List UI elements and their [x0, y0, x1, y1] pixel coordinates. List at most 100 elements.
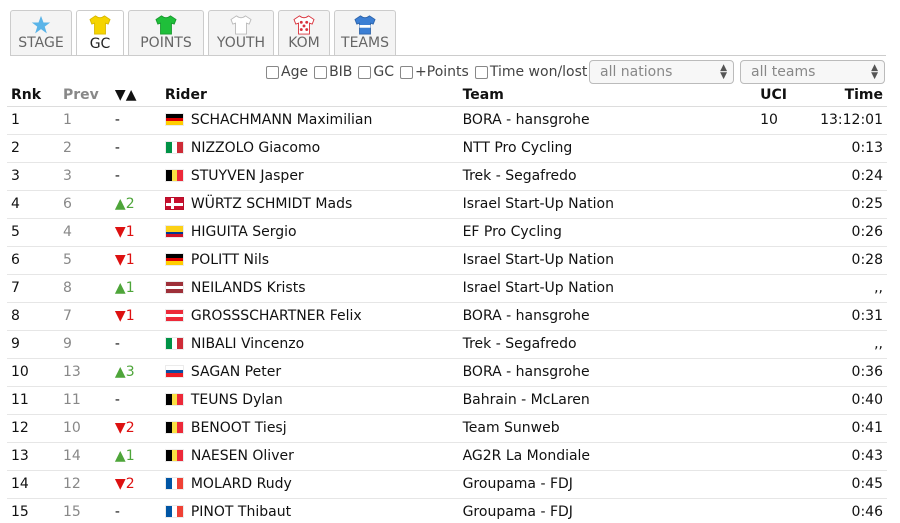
tab-youth[interactable]: YOUTH — [208, 10, 274, 55]
header-prev[interactable]: Prev — [58, 84, 111, 107]
rider-link[interactable]: BENOOT Tiesj — [191, 420, 287, 436]
tab-teams[interactable]: TEAMS — [334, 10, 396, 55]
checkbox[interactable] — [314, 65, 328, 79]
team-link[interactable]: NTT Pro Cycling — [463, 140, 573, 156]
rider-link[interactable]: WÜRTZ SCHMIDT Mads — [191, 196, 352, 212]
team-link[interactable]: BORA - hansgrohe — [463, 308, 590, 324]
rider-cell: SAGAN Peter — [160, 358, 459, 387]
rider-cell: WÜRTZ SCHMIDT Mads — [160, 190, 459, 219]
team-link[interactable]: BORA - hansgrohe — [463, 112, 590, 128]
table-row: 13 14 ▲1 NAESEN Oliver AG2R La Mondiale 0:43 — [7, 442, 887, 471]
tab-gc[interactable]: GC — [76, 10, 124, 56]
time-cell: ,, — [816, 274, 887, 303]
header-time[interactable]: Time — [816, 84, 887, 107]
team-link[interactable]: EF Pro Cycling — [463, 224, 562, 240]
chevron-updown-icon: ▲ ▼ — [720, 63, 727, 81]
rider-cell: GROSSSCHARTNER Felix — [160, 302, 459, 331]
previous-rank-cell: 8 — [58, 274, 111, 303]
column-toggles: Age BIB GC +Points Time won/lost — [266, 61, 593, 83]
checkbox[interactable] — [358, 65, 372, 79]
rider-link[interactable]: NIBALI Vincenzo — [191, 336, 304, 352]
white-jersey-icon — [230, 15, 252, 35]
gc-results-table: Rnk Prev ▼▲ Rider Team UCI Time 1 1- SCHAC… — [7, 84, 887, 523]
teams-select[interactable]: all teams ▲ ▼ — [740, 60, 885, 84]
chevron-updown-icon: ▲ ▼ — [871, 63, 878, 81]
uci-points-cell — [756, 162, 817, 191]
previous-rank-cell: 1 — [58, 106, 111, 135]
rider-link[interactable]: SAGAN Peter — [191, 364, 281, 380]
rank-cell: 3 — [7, 162, 59, 191]
rider-cell: NIZZOLO Giacomo — [160, 134, 459, 163]
team-link[interactable]: Groupama - FDJ — [463, 476, 573, 492]
header-rnk[interactable]: Rnk — [7, 84, 59, 107]
time-cell: ,, — [816, 330, 887, 359]
header-team[interactable]: Team — [458, 84, 757, 107]
team-link[interactable]: AG2R La Mondiale — [463, 448, 590, 464]
table-header-row: Rnk Prev ▼▲ Rider Team UCI Time — [7, 84, 887, 107]
toggle-points[interactable]: +Points — [400, 64, 469, 80]
rider-link[interactable]: SCHACHMANN Maximilian — [191, 112, 372, 128]
flag-icon — [164, 309, 184, 322]
rider-cell: NEILANDS Krists — [160, 274, 459, 303]
rider-cell: TEUNS Dylan — [160, 386, 459, 415]
rider-link[interactable]: PINOT Thibaut — [191, 504, 291, 520]
team-link[interactable]: Groupama - FDJ — [463, 504, 573, 520]
rider-link[interactable]: MOLARD Rudy — [191, 476, 292, 492]
header-rider[interactable]: Rider — [160, 84, 459, 107]
rank-change-cell: ▼1 — [110, 302, 161, 331]
table-row: 9 9- NIBALI Vincenzo Trek - Segafredo,, — [7, 330, 887, 359]
toggle-bib[interactable]: BIB — [314, 64, 352, 80]
team-link[interactable]: Israel Start-Up Nation — [463, 196, 614, 212]
previous-rank-cell: 15 — [58, 498, 111, 523]
rank-change-cell: - — [110, 162, 161, 191]
previous-rank-cell: 11 — [58, 386, 111, 415]
rank-cell: 1 — [7, 106, 59, 135]
team-link[interactable]: Trek - Segafredo — [463, 168, 577, 184]
toggle-time-won-lost[interactable]: Time won/lost — [474, 64, 588, 80]
toggle-age[interactable]: Age — [266, 64, 308, 80]
team-link[interactable]: Israel Start-Up Nation — [463, 280, 614, 296]
time-cell: 0:26 — [816, 218, 887, 247]
table-row: 12 10 ▼2 BENOOT Tiesj Team Sunweb 0:41 — [7, 414, 887, 443]
time-cell: 0:41 — [816, 414, 887, 443]
tab-kom[interactable]: KOM — [278, 10, 330, 55]
team-link[interactable]: Trek - Segafredo — [463, 336, 577, 352]
flag-icon — [164, 253, 184, 266]
previous-rank-cell: 10 — [58, 414, 111, 443]
uci-points-cell — [756, 218, 817, 247]
tab-stage[interactable]: STAGE — [10, 10, 72, 55]
time-cell: 0:46 — [816, 498, 887, 523]
nations-select[interactable]: all nations ▲ ▼ — [589, 60, 734, 84]
tab-label: GC — [89, 36, 111, 52]
toggle-gc[interactable]: GC — [358, 64, 394, 80]
checkbox[interactable] — [266, 65, 279, 79]
rider-link[interactable]: NEILANDS Krists — [191, 280, 306, 296]
checkbox[interactable] — [474, 65, 488, 79]
rider-link[interactable]: NIZZOLO Giacomo — [191, 140, 320, 156]
rider-cell: POLITT Nils — [160, 246, 459, 275]
header-diff[interactable]: ▼▲ — [110, 84, 161, 107]
toggle-label: Time won/lost — [489, 64, 588, 80]
rank-change-cell: - — [110, 498, 161, 523]
tab-points[interactable]: POINTS — [128, 10, 204, 55]
team-link[interactable]: Bahrain - McLaren — [463, 392, 590, 408]
checkbox[interactable] — [400, 65, 414, 79]
rank-change-cell: - — [110, 106, 161, 135]
rank-change-cell: ▲3 — [110, 358, 161, 387]
rider-link[interactable]: STUYVEN Jasper — [191, 168, 304, 184]
team-jersey-icon — [354, 15, 376, 35]
team-link[interactable]: BORA - hansgrohe — [463, 364, 590, 380]
rank-change-cell: ▼1 — [110, 218, 161, 247]
flag-icon — [164, 393, 184, 406]
team-link[interactable]: Israel Start-Up Nation — [463, 252, 614, 268]
rank-cell: 5 — [7, 218, 59, 247]
rider-link[interactable]: TEUNS Dylan — [191, 392, 283, 408]
rider-link[interactable]: NAESEN Oliver — [191, 448, 294, 464]
rider-link[interactable]: GROSSSCHARTNER Felix — [191, 308, 362, 324]
green-jersey-icon — [155, 15, 177, 35]
header-uci[interactable]: UCI — [756, 84, 817, 107]
rider-link[interactable]: POLITT Nils — [191, 252, 269, 268]
time-cell: 0:40 — [816, 386, 887, 415]
rider-link[interactable]: HIGUITA Sergio — [191, 224, 297, 240]
team-link[interactable]: Team Sunweb — [463, 420, 560, 436]
